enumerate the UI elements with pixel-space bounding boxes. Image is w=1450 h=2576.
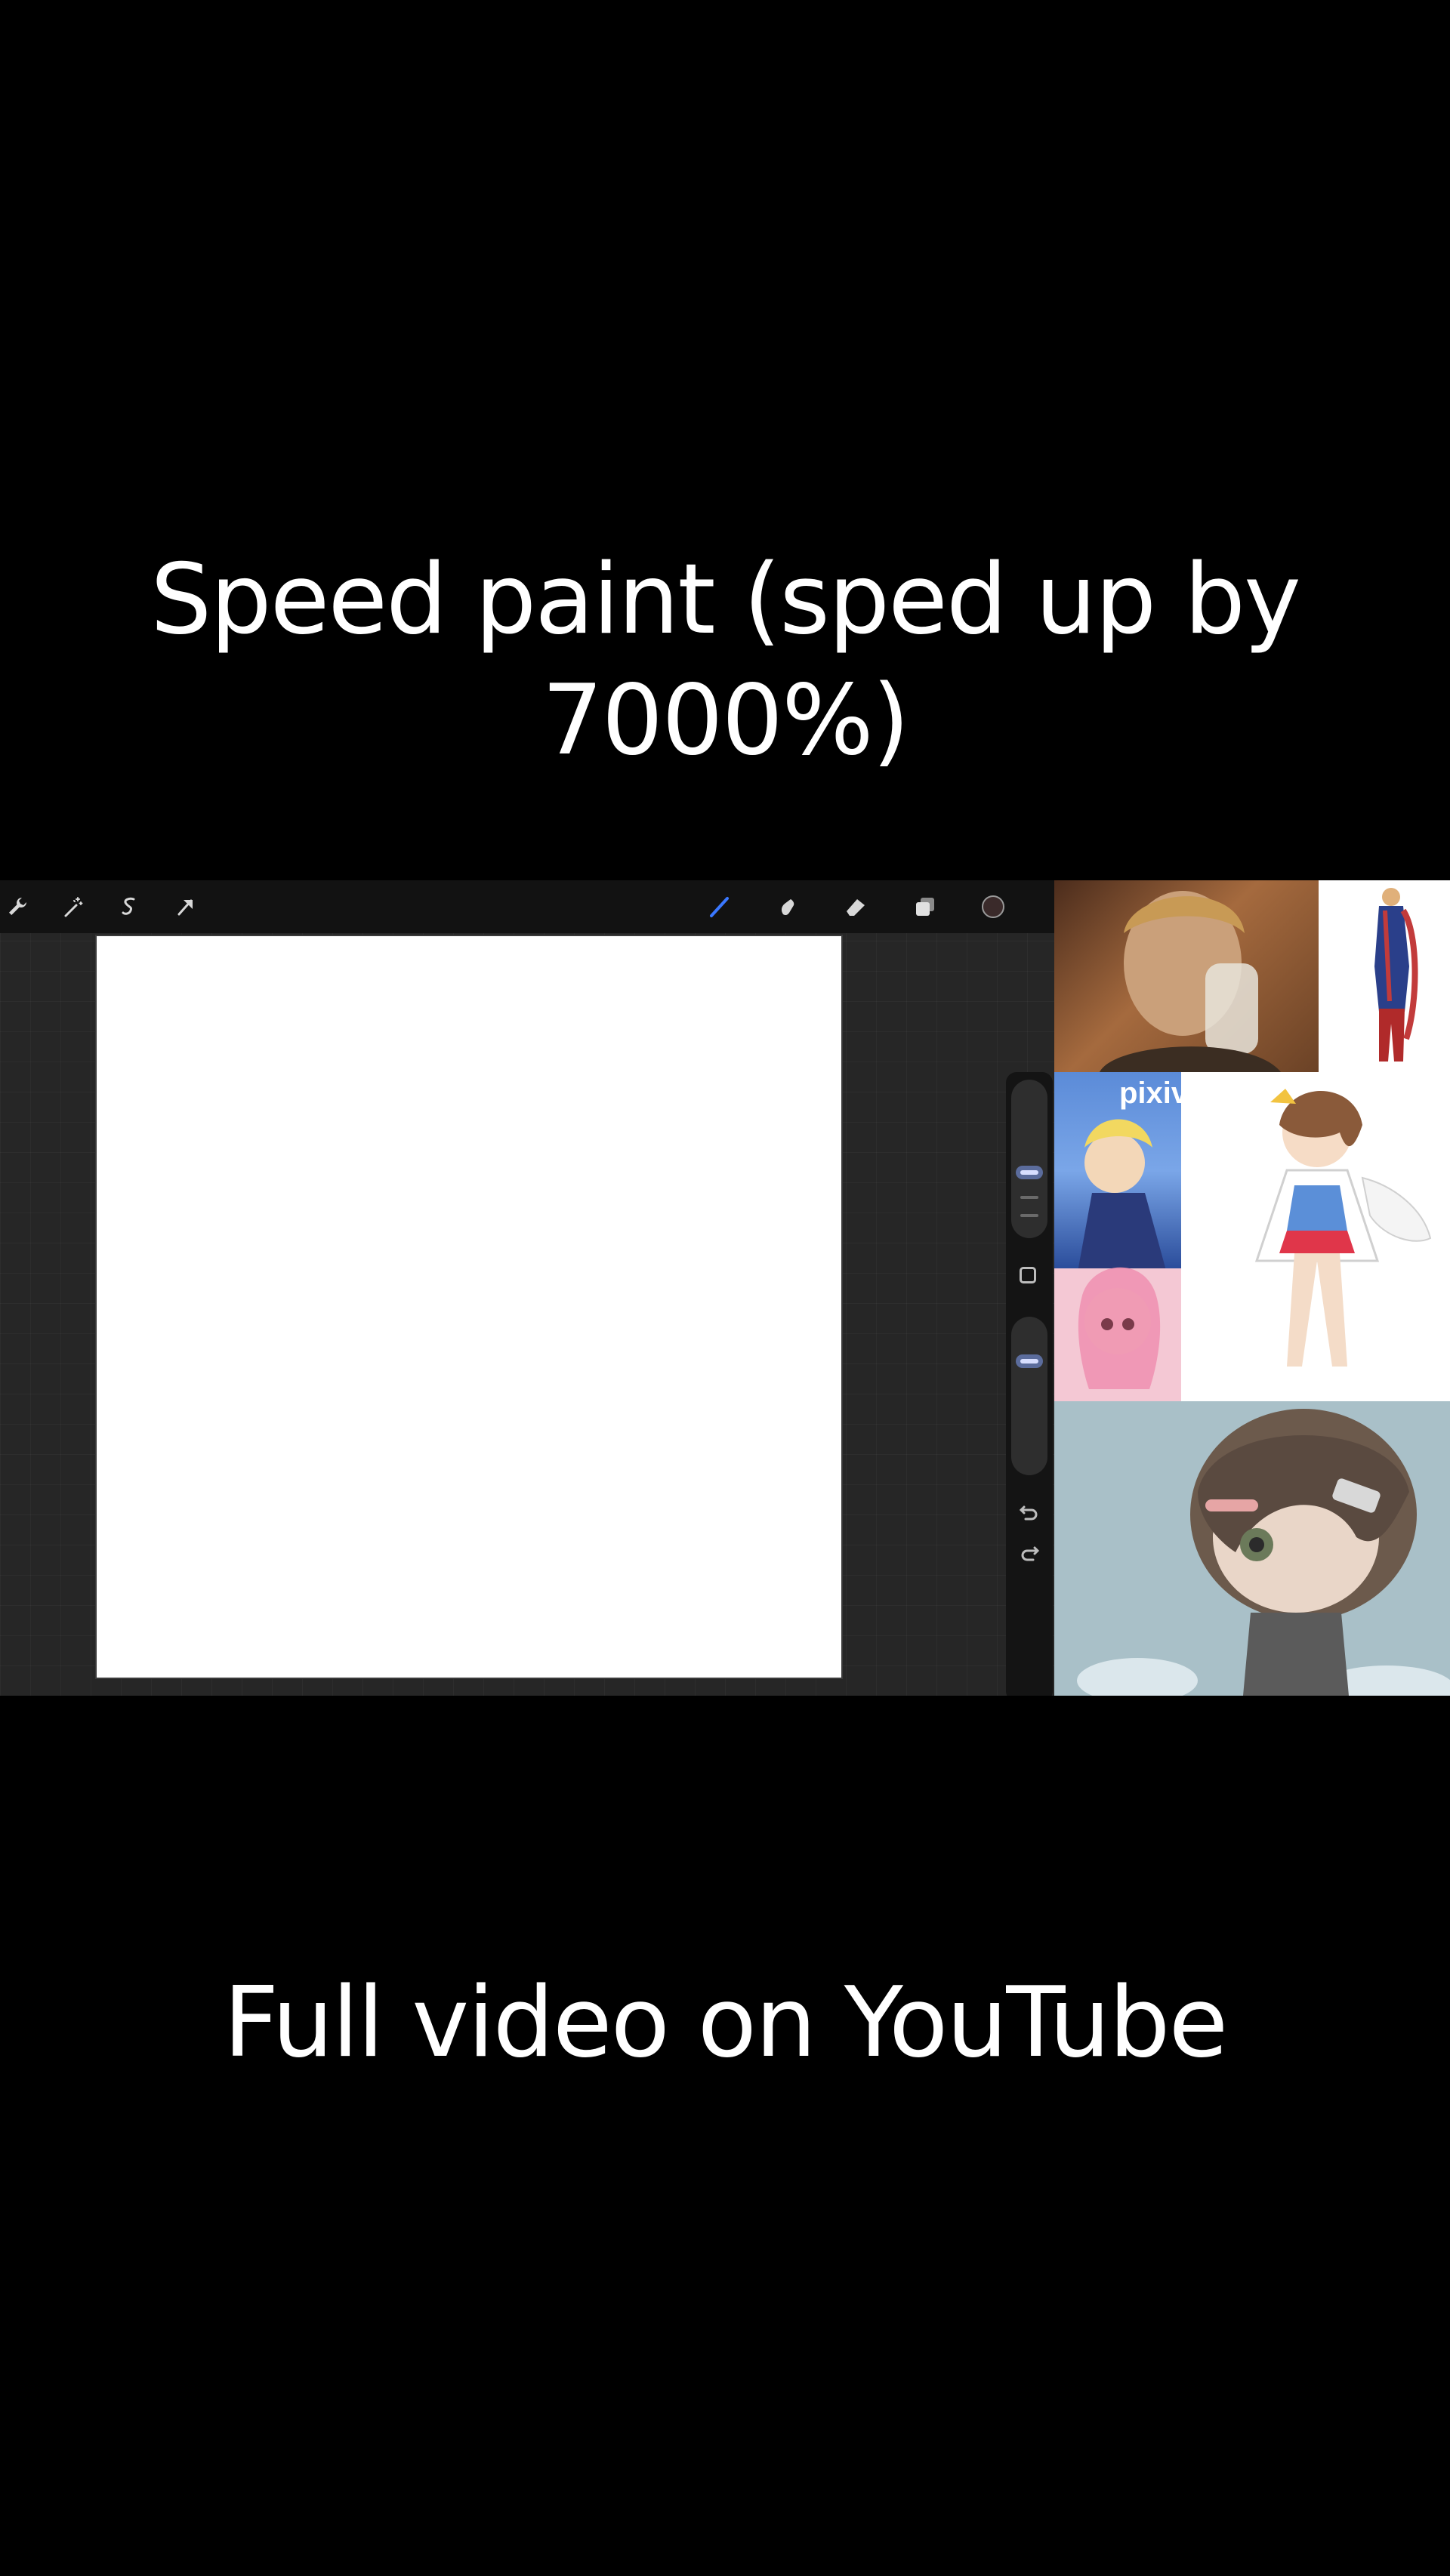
reference-collage: pixiv [1054, 880, 1450, 1696]
drawing-canvas[interactable] [95, 935, 843, 1679]
reference-image-man-drinking [1054, 880, 1319, 1072]
smudge-icon[interactable] [772, 891, 804, 923]
reference-image-magazine: pixiv [1054, 1072, 1181, 1401]
sidebar [1006, 1072, 1053, 1696]
modify-button[interactable] [1020, 1267, 1036, 1283]
top-caption: Speed paint (sped up by 7000%) [150, 544, 1301, 777]
brush-size-thumb[interactable] [1016, 1166, 1043, 1179]
transform-arrow-icon[interactable] [169, 891, 201, 923]
procreate-screen [0, 880, 1054, 1696]
slider-tick [1020, 1196, 1038, 1199]
reference-image-chibi [1054, 1401, 1450, 1696]
color-swatch-icon[interactable] [977, 891, 1009, 923]
eraser-icon[interactable] [840, 891, 872, 923]
wrench-icon[interactable] [2, 891, 33, 923]
top-toolbar [0, 880, 1054, 933]
reference-image-superhero [1319, 880, 1450, 1072]
brush-size-slider[interactable] [1011, 1080, 1047, 1238]
layers-icon[interactable] [909, 891, 941, 923]
reference-image-anime-girl [1181, 1072, 1450, 1401]
undo-icon[interactable] [1017, 1499, 1042, 1525]
slider-tick [1020, 1214, 1038, 1217]
opacity-thumb[interactable] [1016, 1354, 1043, 1368]
magic-wand-icon[interactable] [57, 891, 89, 923]
selection-icon[interactable] [113, 891, 145, 923]
redo-icon[interactable] [1017, 1540, 1042, 1566]
brush-icon[interactable] [704, 891, 736, 923]
opacity-slider[interactable] [1011, 1317, 1047, 1475]
bottom-caption: Full video on YouTube [223, 1967, 1229, 2079]
